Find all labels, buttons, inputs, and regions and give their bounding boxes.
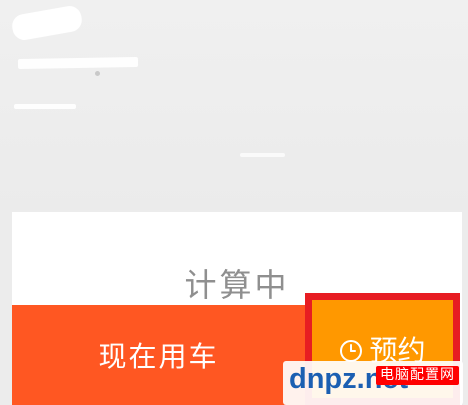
map-area [0,0,468,210]
map-road-blur [240,153,285,157]
ride-now-label: 现在用车 [98,340,219,373]
location-dot [95,71,100,76]
ride-now-button[interactable]: 现在用车 [12,305,305,405]
map-road-blur [14,104,76,109]
clock-icon [339,337,363,362]
watermark-badge: 电脑配置网 [376,366,459,385]
watermark: dnpz.net 电脑配置网 [283,361,463,405]
map-road-blur [17,56,139,70]
map-road-blur [10,4,84,42]
